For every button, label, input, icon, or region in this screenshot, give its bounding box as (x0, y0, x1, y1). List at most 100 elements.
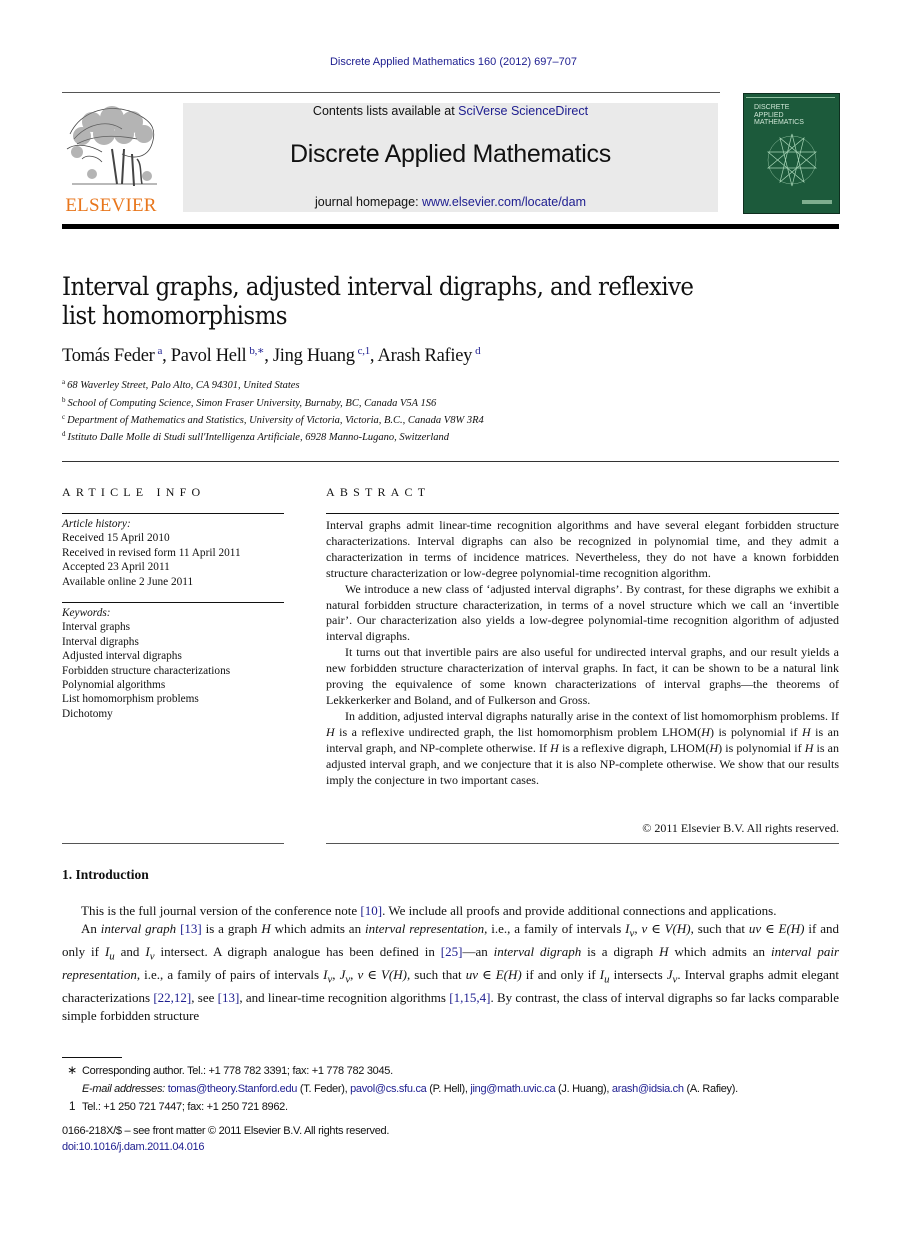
history-item: Accepted 23 April 2011 (62, 561, 170, 574)
footnote-mark: 1 (68, 1099, 76, 1113)
affiliation-mark: a (62, 378, 66, 386)
text: , see (191, 990, 218, 1006)
footnote-text: Corresponding author. Tel.: +1 778 782 3… (82, 1065, 393, 1077)
history-item: Available online 2 June 2011 (62, 575, 194, 588)
affiliation-text: Department of Mathematics and Statistics… (67, 415, 484, 426)
text: , and linear-time recognition algorithms (239, 990, 450, 1006)
email-label: E-mail addresses: (82, 1082, 165, 1095)
email-owner: (T. Feder), (297, 1082, 351, 1095)
affiliation-mark: c (62, 413, 66, 421)
math: uv ∈ E(H) (748, 920, 805, 936)
text: , such that (690, 920, 749, 936)
affiliation-a: a 68 Waverley Street, Palo Alto, CA 94301… (62, 378, 300, 391)
math: H (261, 920, 271, 936)
citation-link[interactable]: [13] (218, 990, 240, 1005)
cover-title-line: APPLIED (754, 111, 784, 119)
citation-link[interactable]: [25] (441, 944, 463, 959)
author-affiliation-mark[interactable]: d (475, 345, 481, 357)
journal-cover-image[interactable]: DISCRETE APPLIED MATHEMATICS (743, 93, 840, 214)
paper-title-line-1: Interval graphs, adjusted interval digra… (62, 272, 694, 302)
affiliation-text: 68 Waverley Street, Palo Alto, CA 94301,… (67, 380, 300, 391)
author-name[interactable]: Pavol Hell (171, 346, 247, 366)
text: is a reflexive undirected graph, the lis… (334, 724, 702, 739)
emphasis: interval graph (100, 920, 177, 936)
math-H: H (801, 724, 811, 739)
cover-title-line: DISCRETE (754, 104, 790, 111)
keywords-list: Keywords: Interval graphs Interval digra… (62, 606, 230, 721)
author-affiliation-mark[interactable]: c,1 (358, 345, 371, 357)
text: intersects (609, 966, 667, 982)
abstract-paragraph: It turns out that invertible pairs are a… (326, 645, 839, 707)
text: , i.e., a family of intervals (484, 920, 626, 936)
affiliation-text: School of Computing Science, Simon Frase… (67, 398, 437, 409)
text: is a digraph (581, 943, 660, 959)
article-info-heading: ARTICLE INFO (62, 485, 206, 499)
cover-title-line: MATHEMATICS (754, 119, 804, 126)
author-name[interactable]: Jing Huang (273, 346, 355, 366)
math: v ∈ V(H) (641, 920, 691, 936)
author-list: Tomás Feder a, Pavol Hell b,∗, Jing Huang c… (62, 344, 481, 367)
email-link[interactable]: arash@idsia.ch (612, 1083, 684, 1095)
email-owner: (P. Hell), (426, 1082, 471, 1095)
intro-paragraph: An interval graph [13] is a graph H whic… (62, 920, 839, 1025)
article-history: Article history: Received 15 April 2010 … (62, 517, 241, 589)
text: is a graph (201, 920, 262, 936)
citation-link[interactable]: [13] (180, 921, 202, 936)
abstract-copyright: © 2011 Elsevier B.V. All rights reserved… (642, 821, 839, 835)
email-link[interactable]: jing@math.uvic.ca (470, 1083, 555, 1095)
citation-link[interactable]: [10] (360, 903, 382, 918)
affiliation-b: b School of Computing Science, Simon Fras… (62, 396, 436, 409)
elsevier-tree-icon (66, 106, 157, 187)
abstract-heading: ABSTRACT (326, 485, 431, 499)
author-name[interactable]: Tomás Feder (62, 346, 155, 366)
keyword-item: Dichotomy (62, 707, 113, 720)
affiliation-text: Istituto Dalle Molle di Studi sull'Intel… (67, 432, 450, 443)
masthead-top-rule (62, 92, 720, 93)
history-item: Received 15 April 2010 (62, 532, 170, 545)
author-separator: , (369, 346, 378, 366)
email-link[interactable]: pavol@cs.sfu.ca (350, 1083, 427, 1095)
abstract-paragraph: We introduce a new class of ‘adjusted in… (326, 581, 839, 644)
abstract-paragraph: In addition, adjusted interval digraphs … (326, 709, 839, 789)
text: . We include all proofs and provide addi… (382, 903, 777, 918)
footnote-corresponding-author: ∗ Corresponding author. Tel.: +1 778 782 … (62, 1062, 839, 1081)
math: H (659, 943, 669, 959)
text: is a reflexive digraph, LHOM( (558, 740, 710, 755)
footnote-emails: E-mail addresses: tomas@theory.Stanford.… (62, 1081, 839, 1099)
journal-homepage-link[interactable]: www.elsevier.com/locate/dam (422, 195, 586, 209)
affiliation-mark: d (62, 430, 66, 438)
sciencedirect-link[interactable]: SciVerse ScienceDirect (458, 104, 588, 118)
text: and (114, 943, 146, 959)
cover-publisher-strip (802, 200, 832, 204)
footnote-mark: ∗ (67, 1063, 77, 1077)
text: ) is polynomial if (718, 740, 805, 755)
keyword-item: Forbidden structure characterizations (62, 664, 231, 677)
math-H: H (326, 724, 335, 739)
citation-link[interactable]: [22,12] (153, 990, 191, 1005)
cover-star-polygon-icon (767, 133, 817, 187)
paper-title: Interval graphs, adjusted interval digra… (62, 273, 702, 331)
cover-top-band (746, 97, 835, 98)
footnote-rule (62, 1057, 122, 1058)
journal-citation-link[interactable]: Discrete Applied Mathematics 160 (2012) … (0, 56, 907, 68)
affiliation-d: d Istituto Dalle Molle di Studi sull'Inte… (62, 430, 449, 443)
author-name[interactable]: Arash Rafiey (378, 346, 473, 366)
abstract-rule (326, 843, 839, 844)
introduction-body: This is the full journal version of the … (62, 902, 839, 1024)
elsevier-logo[interactable]: ELSEVIER (62, 104, 160, 216)
text: if and only if (521, 966, 600, 982)
contents-line: Contents lists available at SciVerse Sci… (183, 104, 718, 118)
citation-link[interactable]: [1,15,4] (449, 990, 490, 1005)
doi-link[interactable]: doi:10.1016/j.dam.2011.04.016 (62, 1141, 204, 1153)
author-affiliation-mark[interactable]: b,∗ (249, 345, 264, 357)
math-H: H (550, 740, 559, 755)
front-matter: 0166-218X/$ – see front matter © 2011 El… (62, 1124, 389, 1155)
math: uv ∈ E(H) (465, 966, 522, 982)
contents-prefix: Contents lists available at (312, 104, 459, 118)
author-separator: , (162, 346, 171, 366)
elsevier-wordmark: ELSEVIER (65, 195, 157, 216)
email-link[interactable]: tomas@theory.Stanford.edu (168, 1083, 298, 1095)
text: This is the full journal version of the … (81, 903, 361, 918)
history-item: Received in revised form 11 April 2011 (62, 546, 241, 559)
abstract-body: Interval graphs admit linear-time recogn… (326, 518, 839, 788)
